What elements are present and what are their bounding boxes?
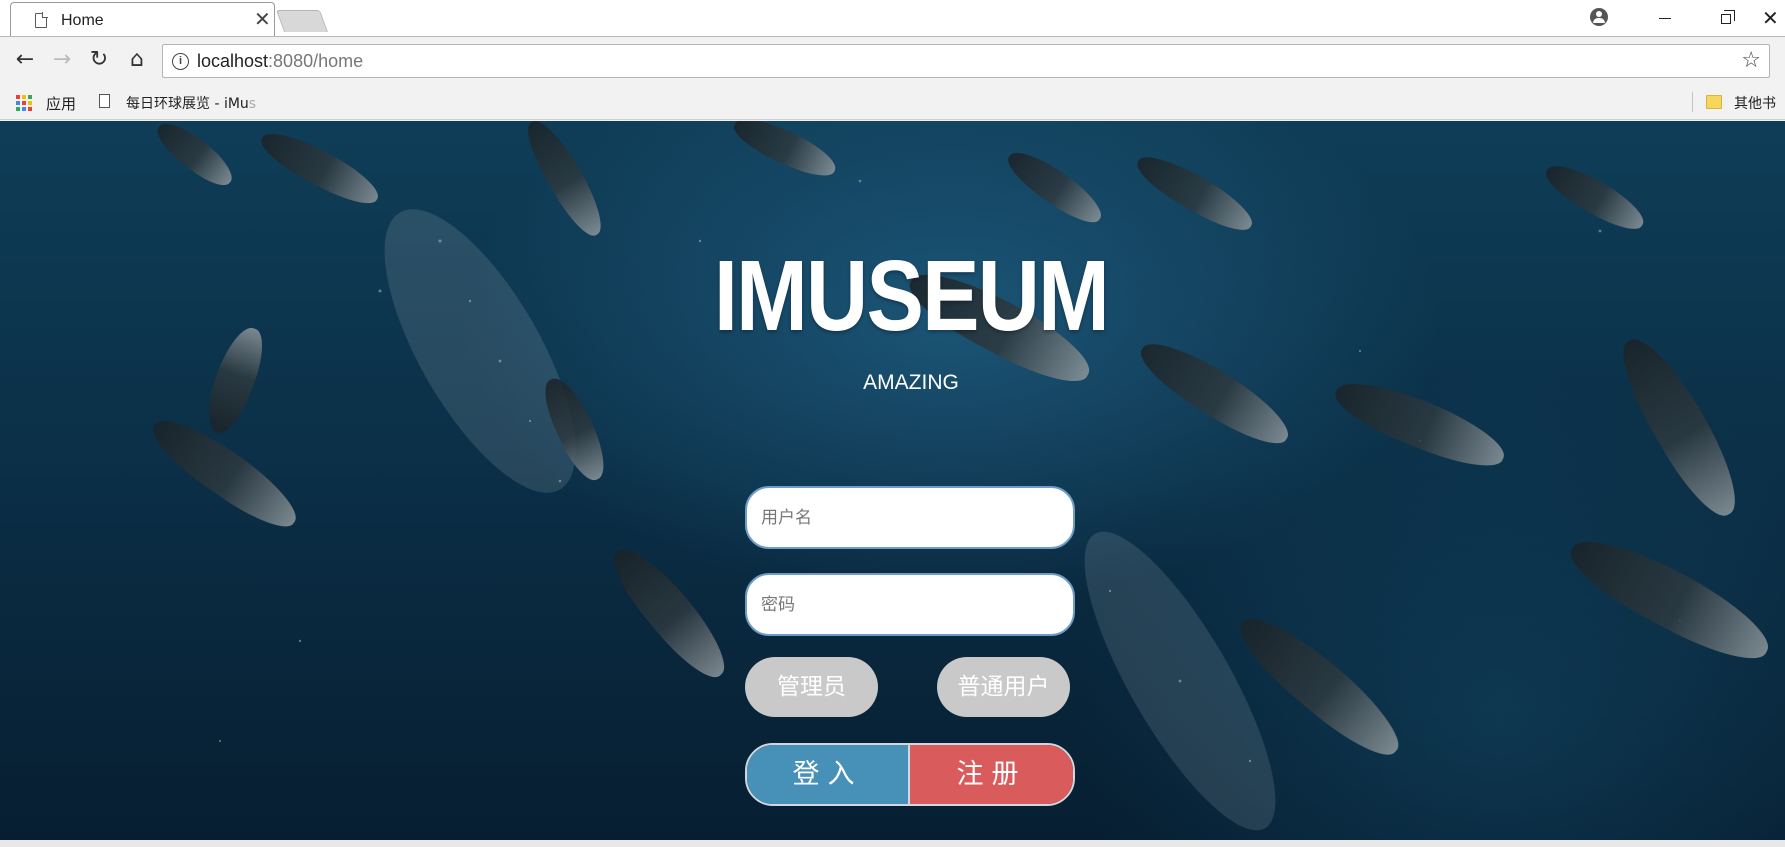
bookmark-other[interactable]: 其他书 — [1734, 93, 1776, 113]
bottom-strip — [0, 840, 1785, 847]
bookmark-page-label-fade: s — [248, 96, 257, 112]
minimize-button[interactable] — [1642, 4, 1688, 32]
url-path: :8080/home — [268, 51, 364, 71]
apps-icon[interactable] — [16, 95, 32, 111]
url-host: localhost — [197, 51, 269, 71]
register-button[interactable]: 注册 — [910, 745, 1073, 804]
reload-icon[interactable]: ↻ — [84, 45, 114, 75]
site-subtitle: AMAZING — [863, 371, 959, 394]
login-button[interactable]: 登入 — [747, 745, 910, 804]
username-field[interactable] — [745, 486, 1075, 549]
close-tab-icon[interactable]: ✕ — [254, 7, 271, 31]
home-icon[interactable]: ⌂ — [122, 45, 152, 75]
page-icon — [35, 13, 47, 28]
forward-icon[interactable]: → — [47, 45, 77, 75]
page-viewport: IMUSEUM AMAZING 管理员 普通用户 登入 注册 — [0, 121, 1785, 840]
admin-role-button[interactable]: 管理员 — [745, 657, 878, 717]
user-role-button[interactable]: 普通用户 — [937, 657, 1070, 717]
password-field[interactable] — [745, 573, 1075, 636]
username-input[interactable] — [761, 488, 1061, 547]
restore-button[interactable] — [1703, 4, 1749, 32]
new-tab-button[interactable] — [275, 10, 329, 32]
address-bar[interactable]: i localhost:8080/home ☆ — [162, 44, 1770, 78]
bookmarks-bar: 应用 每日环球展览 - iMus 其他书 — [0, 84, 1785, 120]
bookmark-page[interactable]: 每日环球展览 - iMus — [126, 93, 256, 113]
page-icon — [99, 94, 110, 108]
tab-title: Home — [61, 12, 104, 29]
profile-icon[interactable] — [1590, 8, 1608, 26]
bookmarks-divider — [1692, 92, 1693, 112]
bookmark-page-label: 每日环球展览 - iMu — [126, 96, 249, 112]
tab-strip: Home ✕ ✕ — [0, 0, 1785, 36]
browser-toolbar: ← → ↻ ⌂ i localhost:8080/home ☆ — [0, 36, 1785, 84]
site-logo-title: IMUSEUM — [713, 240, 1110, 352]
star-icon[interactable]: ☆ — [1741, 48, 1761, 73]
close-window-button[interactable]: ✕ — [1762, 4, 1785, 32]
password-input[interactable] — [761, 575, 1061, 634]
back-icon[interactable]: ← — [10, 45, 40, 75]
info-icon[interactable]: i — [172, 53, 189, 70]
action-buttons: 登入 注册 — [745, 743, 1075, 806]
tab-home[interactable]: Home ✕ — [10, 2, 275, 36]
bookmark-apps[interactable]: 应用 — [46, 93, 76, 114]
folder-icon — [1706, 95, 1722, 109]
url-text[interactable]: localhost:8080/home — [197, 51, 363, 72]
